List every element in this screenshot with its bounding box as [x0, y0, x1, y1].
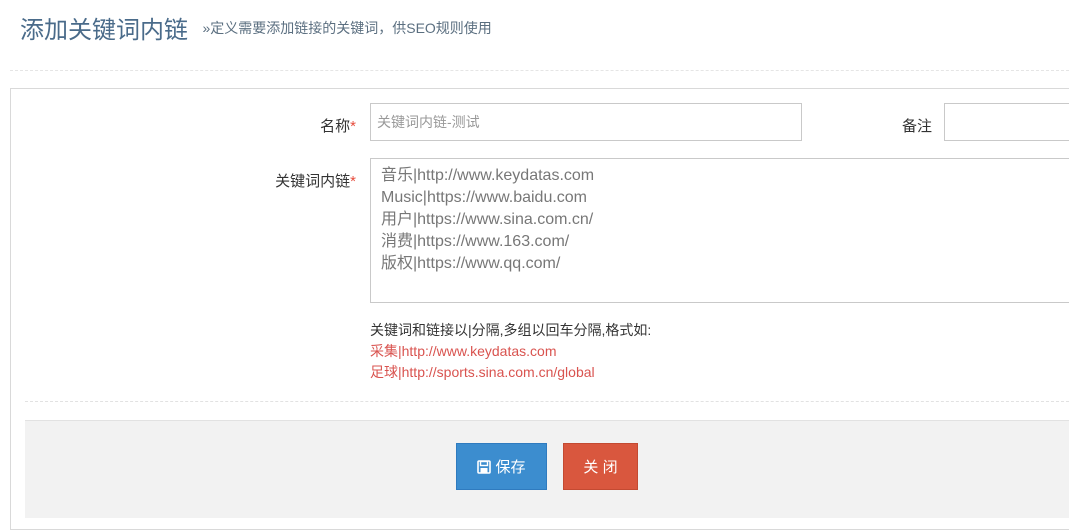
- keywords-help: 关键词和链接以|分隔,多组以回车分隔,格式如: 采集|http://www.ke…: [370, 320, 651, 383]
- keywords-label: 关键词内链*: [250, 170, 356, 191]
- header-divider: [10, 70, 1069, 71]
- required-mark: *: [350, 173, 356, 190]
- name-input[interactable]: [370, 103, 802, 141]
- save-button-label: 保存: [495, 459, 526, 476]
- save-icon: [477, 459, 492, 474]
- help-example-1: 采集|http://www.keydatas.com: [370, 343, 557, 359]
- keywords-label-text: 关键词内链: [275, 173, 351, 190]
- name-label-text: 名称: [320, 118, 351, 135]
- required-mark: *: [350, 118, 356, 135]
- page-subtitle: »定义需要添加链接的关键词，供SEO规则使用: [202, 19, 492, 36]
- page-header: 添加关键词内链 »定义需要添加链接的关键词，供SEO规则使用: [20, 10, 492, 50]
- keywords-textarea[interactable]: [370, 158, 1069, 303]
- help-instruction: 关键词和链接以|分隔,多组以回车分隔,格式如:: [370, 322, 652, 338]
- save-button[interactable]: 保存: [456, 443, 547, 490]
- form-actions: 保存 关 闭: [25, 420, 1069, 518]
- remark-label: 备注: [901, 118, 932, 135]
- close-button[interactable]: 关 闭: [563, 443, 638, 490]
- close-button-label: 关 闭: [583, 459, 618, 476]
- page-title: 添加关键词内链: [20, 17, 188, 44]
- name-label: 名称*: [280, 115, 356, 136]
- remark-input[interactable]: [944, 103, 1069, 141]
- form-divider: [25, 401, 1069, 402]
- help-example-2: 足球|http://sports.sina.com.cn/global: [370, 364, 595, 380]
